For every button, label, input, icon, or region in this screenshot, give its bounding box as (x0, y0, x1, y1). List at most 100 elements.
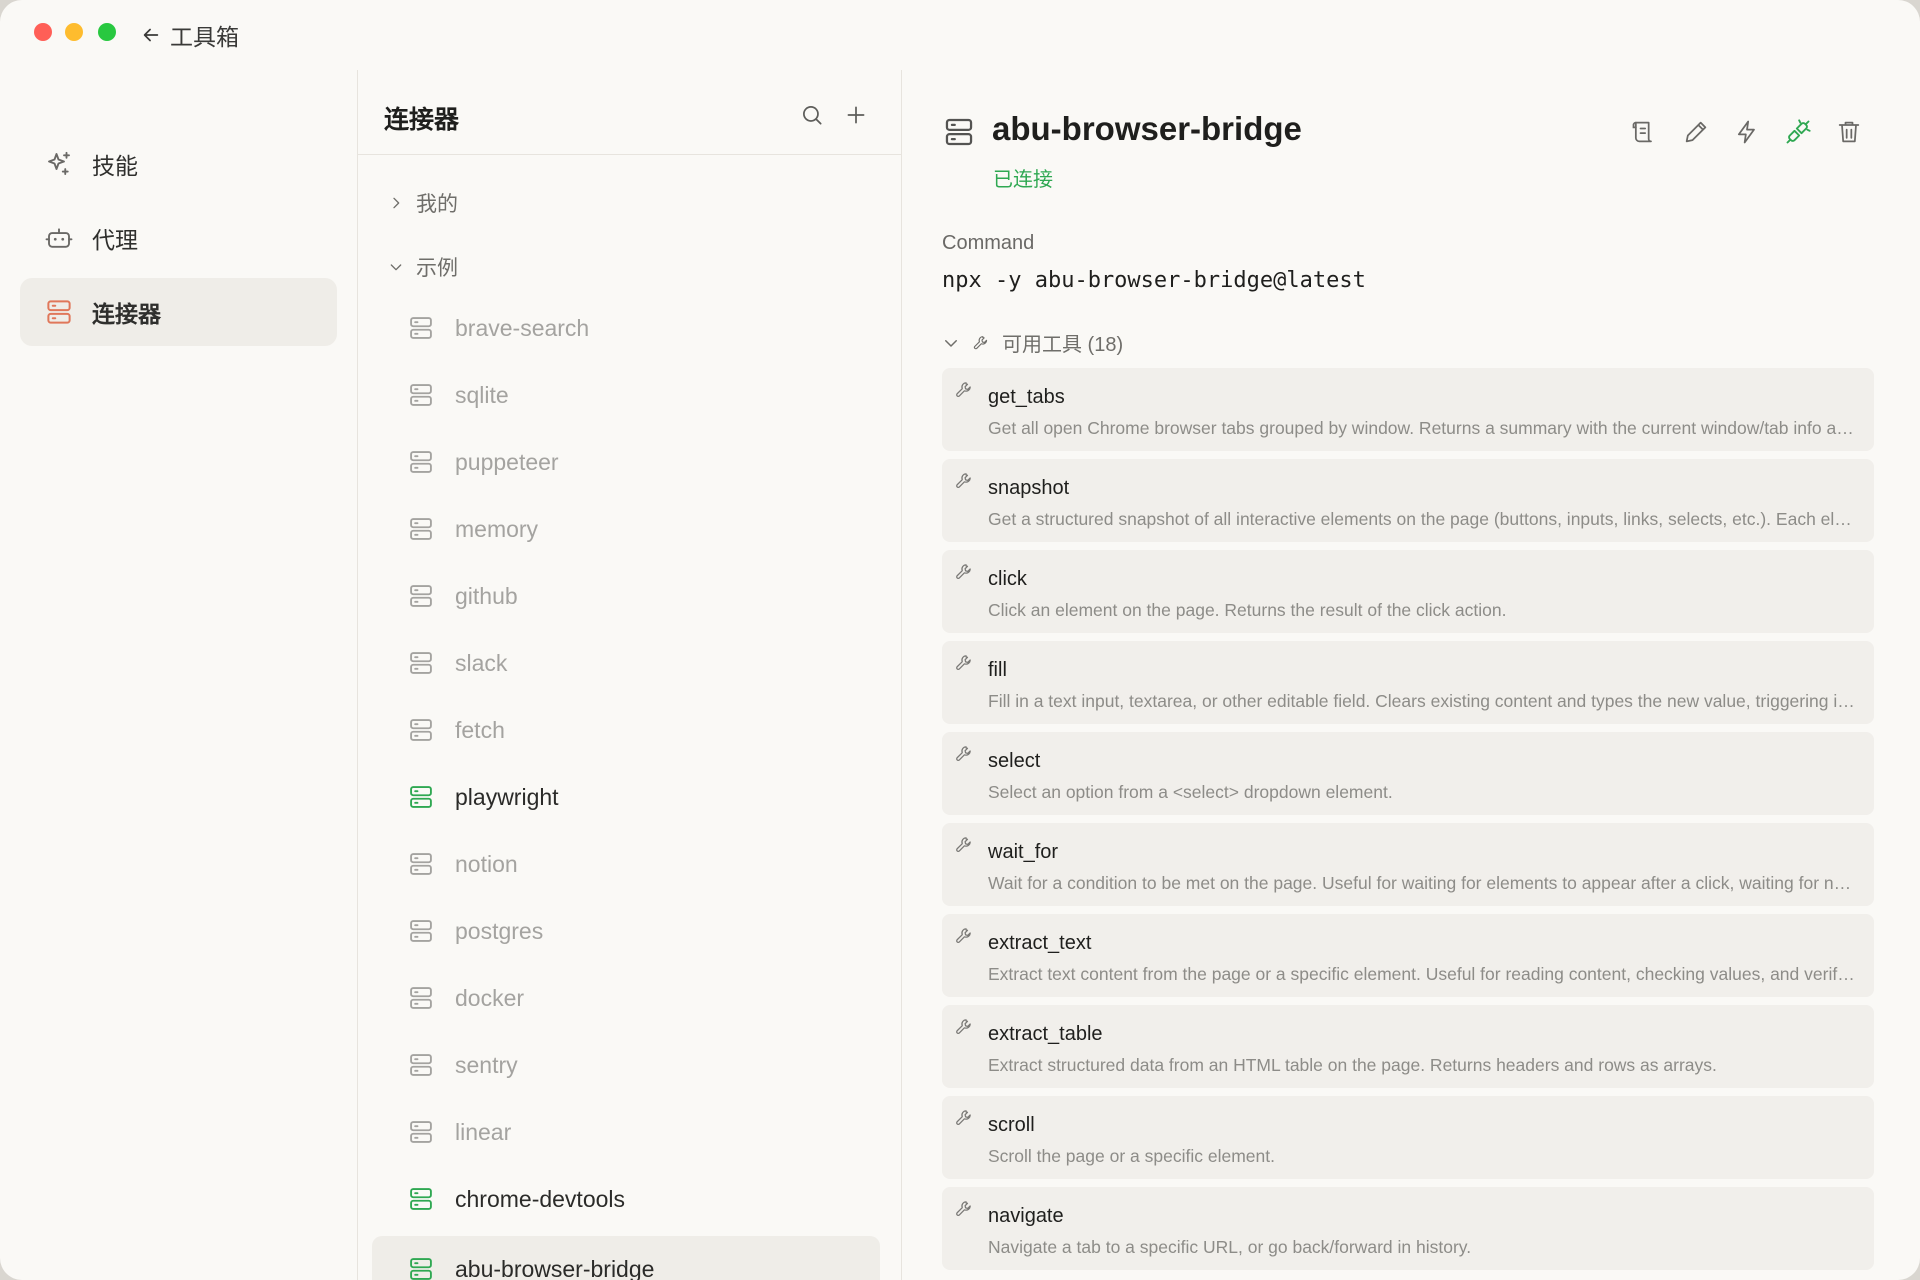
connector-item[interactable]: chrome-devtools (372, 1166, 880, 1232)
wrench-icon (954, 1017, 974, 1037)
sidebar-item-label: 代理 (92, 227, 138, 253)
tool-card[interactable]: wait_for Wait for a condition to be met o… (942, 823, 1874, 906)
connector-name: slack (455, 649, 508, 676)
connector-list-panel: 连接器 我的 示例 brave-search sqlite puppeteer … (358, 70, 901, 1280)
lightning-icon[interactable] (1733, 118, 1761, 146)
title-bar: 工具箱 (0, 0, 1920, 70)
zoom-window-button[interactable] (98, 23, 116, 41)
tool-description: Get a structured snapshot of all interac… (988, 509, 1860, 529)
connector-item[interactable]: sqlite (372, 362, 880, 428)
connector-name: linear (455, 1118, 512, 1145)
server-icon (407, 984, 435, 1012)
connector-item[interactable]: notion (372, 831, 880, 897)
server-icon (407, 1185, 435, 1213)
tool-card[interactable]: extract_text Extract text content from th… (942, 914, 1874, 997)
tool-card[interactable]: extract_table Extract structured data fro… (942, 1005, 1874, 1088)
logs-icon[interactable] (1630, 118, 1658, 146)
tool-description: Click an element on the page. Returns th… (988, 600, 1507, 620)
connector-item[interactable]: memory (372, 496, 880, 562)
arrow-left-icon (143, 28, 159, 42)
tool-card[interactable]: get_tabs Get all open Chrome browser tabs… (942, 368, 1874, 451)
sidebar-item-connectors[interactable]: 连接器 (20, 278, 337, 346)
wrench-icon (954, 653, 974, 673)
connector-item[interactable]: slack (372, 630, 880, 696)
edit-icon[interactable] (1682, 118, 1710, 146)
wrench-icon (972, 334, 990, 352)
connector-title: abu-browser-bridge (992, 110, 1302, 147)
tool-description: Extract structured data from an HTML tab… (988, 1055, 1717, 1075)
robot-icon (45, 228, 73, 248)
server-icon (407, 917, 435, 945)
tool-name: wait_for (988, 841, 1059, 863)
tools-section-toggle[interactable]: 可用工具 (18) (942, 328, 1123, 357)
connector-name: chrome-devtools (455, 1185, 626, 1212)
app-window: 工具箱 技能 代理 连接器 连接器 我的 示例 brave-search sql… (0, 0, 1920, 1280)
sidebar-item-skills[interactable]: 技能 (20, 130, 337, 198)
tools-header-label: 可用工具 (18) (1002, 334, 1124, 356)
tool-description: Wait for a condition to be met on the pa… (988, 873, 1860, 893)
tool-name: snapshot (988, 477, 1070, 499)
back-button[interactable]: 工具箱 (140, 18, 239, 52)
add-icon[interactable] (843, 102, 869, 128)
tool-card[interactable]: fill Fill in a text input, textarea, or o… (942, 641, 1874, 724)
wrench-icon (954, 835, 974, 855)
tool-name: extract_text (988, 932, 1092, 954)
connector-name: notion (455, 850, 518, 877)
tool-card[interactable]: click Click an element on the page. Retur… (942, 550, 1874, 633)
wrench-icon (954, 1199, 974, 1219)
search-icon[interactable] (799, 102, 825, 128)
server-icon (407, 1118, 435, 1146)
tool-name: click (988, 568, 1027, 590)
connector-item[interactable]: linear (372, 1099, 880, 1165)
chevron-down-icon (945, 339, 957, 347)
connector-item[interactable]: fetch (372, 697, 880, 763)
connector-item[interactable]: puppeteer (372, 429, 880, 495)
tool-description: Extract text content from the page or a … (988, 964, 1860, 984)
connector-name: docker (455, 984, 525, 1011)
trash-icon[interactable] (1835, 118, 1863, 146)
group-examples[interactable]: 示例 (388, 252, 458, 282)
close-window-button[interactable] (34, 23, 52, 41)
server-icon (407, 649, 435, 677)
connector-item[interactable]: playwright (372, 764, 880, 830)
group-label: 我的 (416, 193, 458, 216)
server-icon (942, 115, 976, 149)
tool-name: scroll (988, 1114, 1035, 1136)
server-icon (407, 1051, 435, 1079)
connector-list-header: 连接器 (358, 70, 901, 155)
server-icon (44, 297, 74, 327)
tool-card[interactable]: snapshot Get a structured snapshot of all… (942, 459, 1874, 542)
wrench-icon (954, 380, 974, 400)
connector-item[interactable]: docker (372, 965, 880, 1031)
minimize-window-button[interactable] (65, 23, 83, 41)
wrench-icon (954, 562, 974, 582)
sidebar-item-label: 技能 (92, 153, 138, 179)
tool-card[interactable]: select Select an option from a <select> d… (942, 732, 1874, 815)
tool-card[interactable]: navigate Navigate a tab to a specific URL… (942, 1187, 1874, 1270)
connector-item[interactable]: github (372, 563, 880, 629)
connector-name: memory (455, 515, 539, 542)
chevron-down-icon (390, 264, 402, 271)
connector-name: brave-search (455, 314, 590, 341)
tool-description: Get all open Chrome browser tabs grouped… (988, 418, 1860, 438)
connector-list-title: 连接器 (384, 106, 460, 134)
sparkles-icon (48, 151, 70, 175)
wrench-icon (954, 744, 974, 764)
connector-name: playwright (455, 783, 559, 810)
connector-item[interactable]: postgres (372, 898, 880, 964)
connector-name: abu-browser-bridge (455, 1255, 655, 1280)
back-label: 工具箱 (170, 24, 239, 50)
tool-card[interactable]: scroll Scroll the page or a specific elem… (942, 1096, 1874, 1179)
connector-name: postgres (455, 917, 544, 944)
connector-name: sqlite (455, 381, 509, 408)
connector-name: github (455, 582, 518, 609)
connector-name: sentry (455, 1051, 518, 1078)
connector-item[interactable]: sentry (372, 1032, 880, 1098)
group-mine[interactable]: 我的 (388, 188, 458, 218)
tool-description: Select an option from a <select> dropdow… (988, 782, 1393, 802)
connector-item[interactable]: brave-search (372, 295, 880, 361)
connector-item-selected[interactable]: abu-browser-bridge (372, 1236, 880, 1280)
sidebar-item-agents[interactable]: 代理 (20, 204, 337, 272)
wrench-icon (954, 1108, 974, 1128)
plug-icon[interactable] (1784, 118, 1812, 146)
